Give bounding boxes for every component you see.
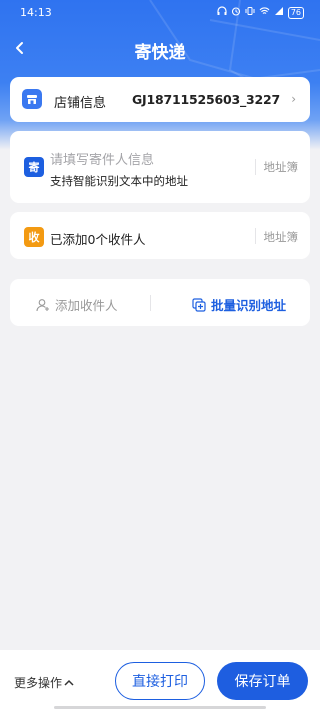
status-icons: 76 <box>217 6 304 19</box>
battery-icon: 76 <box>287 6 304 19</box>
add-user-icon <box>36 298 49 311</box>
receiver-badge: 收 <box>24 227 44 247</box>
wifi-icon <box>259 6 270 19</box>
receiver-address-book-button[interactable]: 地址簿 <box>264 229 299 245</box>
divider <box>150 295 151 311</box>
sender-input-placeholder[interactable]: 请填写寄件人信息 <box>50 149 154 168</box>
signal-icon <box>274 6 284 19</box>
alarm-icon <box>231 6 241 19</box>
more-operations-label: 更多操作 <box>14 676 63 690</box>
chevron-up-icon <box>64 679 74 686</box>
sender-card[interactable]: 寄 请填写寄件人信息 支持智能识别文本中的地址 地址簿 <box>10 131 310 203</box>
vibrate-icon <box>245 6 255 19</box>
status-bar: 14:13 76 <box>0 0 320 26</box>
home-indicator <box>54 706 266 709</box>
save-order-button[interactable]: 保存订单 <box>217 662 308 700</box>
headphones-icon <box>217 6 227 19</box>
store-value: GJ18711525603_3227 <box>131 92 280 107</box>
actions-card: 添加收件人 批量识别地址 <box>10 279 310 326</box>
divider <box>255 228 256 244</box>
receiver-count: 已添加0个收件人 <box>50 232 146 247</box>
navbar: 寄快递 <box>0 30 320 66</box>
sender-hint: 支持智能识别文本中的地址 <box>50 174 188 188</box>
receiver-card[interactable]: 收 已添加0个收件人 地址簿 <box>10 212 310 259</box>
add-receiver-button[interactable]: 添加收件人 <box>36 295 118 314</box>
batch-recognize-button[interactable]: 批量识别地址 <box>192 295 286 314</box>
more-operations-button[interactable]: 更多操作 <box>14 674 74 691</box>
sender-address-book-button[interactable]: 地址簿 <box>264 159 299 175</box>
page-title: 寄快递 <box>134 43 186 63</box>
direct-print-button[interactable]: 直接打印 <box>115 662 205 700</box>
sender-badge: 寄 <box>24 157 44 177</box>
chevron-right-icon: › <box>291 92 296 106</box>
store-info-row[interactable]: 店铺信息 GJ18711525603_3227 › <box>10 77 310 122</box>
store-icon <box>22 89 42 109</box>
batch-recognize-label: 批量识别地址 <box>210 298 286 313</box>
store-label: 店铺信息 <box>54 96 107 111</box>
divider <box>255 159 256 175</box>
batch-add-icon <box>192 297 206 312</box>
add-receiver-label: 添加收件人 <box>55 298 118 313</box>
bottom-action-bar: 更多操作 直接打印 保存订单 <box>0 650 320 711</box>
status-time: 14:13 <box>20 6 52 19</box>
